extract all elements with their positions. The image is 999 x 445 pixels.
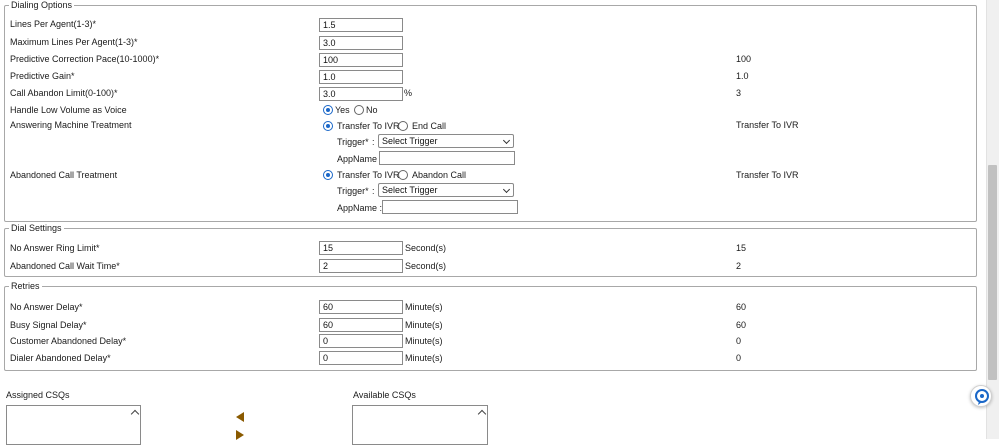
predictive-gain-label: Predictive Gain* bbox=[10, 71, 75, 81]
handle-low-volume-label: Handle Low Volume as Voice bbox=[10, 105, 127, 115]
dialer-abandoned-delay-current: 0 bbox=[736, 353, 742, 363]
answering-machine-current: Transfer To IVR bbox=[736, 120, 799, 130]
answering-machine-transfer-label: Transfer To IVR bbox=[337, 121, 400, 131]
abandoned-call-transfer-radio[interactable] bbox=[323, 170, 333, 180]
assigned-csqs-listbox[interactable] bbox=[6, 405, 141, 445]
answering-machine-endcall-radio[interactable] bbox=[398, 121, 408, 131]
customer-abandoned-delay-label: Customer Abandoned Delay* bbox=[10, 336, 127, 346]
answering-machine-appname-label: AppName bbox=[337, 154, 378, 164]
answering-machine-trigger-select[interactable]: Select Trigger bbox=[378, 134, 514, 148]
no-answer-delay-label: No Answer Delay* bbox=[10, 302, 83, 312]
predictive-correction-pace-current: 100 bbox=[736, 54, 752, 64]
handle-low-volume-no-radio[interactable] bbox=[354, 105, 364, 115]
answering-machine-trigger-label: Trigger* bbox=[337, 137, 369, 147]
max-lines-per-agent-label: Maximum Lines Per Agent(1-3)* bbox=[10, 37, 138, 47]
answering-machine-transfer-radio[interactable] bbox=[323, 121, 333, 131]
available-csqs-listbox[interactable] bbox=[352, 405, 488, 445]
lines-per-agent-label: Lines Per Agent(1-3)* bbox=[10, 19, 97, 29]
arrow-left-icon[interactable] bbox=[236, 412, 244, 422]
no-answer-ring-limit-unit: Second(s) bbox=[405, 243, 447, 253]
no-answer-ring-limit-label: No Answer Ring Limit* bbox=[10, 243, 100, 253]
no-answer-delay-current: 60 bbox=[736, 302, 747, 312]
predictive-gain-current: 1.0 bbox=[736, 71, 749, 81]
assigned-csqs-label: Assigned CSQs bbox=[6, 390, 70, 400]
help-chat-button[interactable] bbox=[970, 385, 992, 407]
vertical-scrollbar-thumb[interactable] bbox=[988, 165, 997, 380]
abandoned-call-label: Abandoned Call Treatment bbox=[10, 170, 118, 180]
answering-machine-label: Answering Machine Treatment bbox=[10, 120, 132, 130]
dial-settings-legend: Dial Settings bbox=[11, 223, 62, 233]
predictive-gain-input[interactable] bbox=[319, 70, 403, 84]
answering-machine-trigger-sep: : bbox=[372, 137, 375, 147]
retries-legend: Retries bbox=[11, 281, 40, 291]
abandoned-call-wait-time-unit: Second(s) bbox=[405, 261, 447, 271]
handle-low-volume-yes-label: Yes bbox=[335, 105, 350, 115]
predictive-correction-pace-label: Predictive Correction Pace(10-1000)* bbox=[10, 54, 160, 64]
busy-signal-delay-label: Busy Signal Delay* bbox=[10, 320, 87, 330]
abandoned-call-current: Transfer To IVR bbox=[736, 170, 799, 180]
predictive-correction-pace-input[interactable] bbox=[319, 53, 403, 67]
abandoned-call-wait-time-label: Abandoned Call Wait Time* bbox=[10, 261, 120, 271]
abandoned-call-transfer-label: Transfer To IVR bbox=[337, 170, 400, 180]
abandoned-call-trigger-value: Select Trigger bbox=[382, 185, 438, 195]
handle-low-volume-yes-radio[interactable] bbox=[323, 105, 333, 115]
call-abandon-limit-current: 3 bbox=[736, 88, 742, 98]
no-answer-ring-limit-current: 15 bbox=[736, 243, 747, 253]
customer-abandoned-delay-unit: Minute(s) bbox=[405, 336, 443, 346]
chevron-down-icon bbox=[502, 136, 511, 145]
handle-low-volume-no-label: No bbox=[366, 105, 378, 115]
dialing-options-legend: Dialing Options bbox=[11, 0, 73, 10]
scroll-up-icon[interactable] bbox=[130, 409, 140, 419]
customer-abandoned-delay-current: 0 bbox=[736, 336, 742, 346]
dialer-abandoned-delay-input[interactable] bbox=[319, 351, 403, 365]
abandoned-call-wait-time-current: 2 bbox=[736, 261, 742, 271]
answering-machine-trigger-value: Select Trigger bbox=[382, 136, 438, 146]
abandoned-call-appname-label: AppName : bbox=[337, 203, 383, 213]
abandoned-call-abandon-radio[interactable] bbox=[398, 170, 408, 180]
no-answer-delay-unit: Minute(s) bbox=[405, 302, 443, 312]
customer-abandoned-delay-input[interactable] bbox=[319, 334, 403, 348]
no-answer-ring-limit-input[interactable] bbox=[319, 241, 403, 255]
busy-signal-delay-unit: Minute(s) bbox=[405, 320, 443, 330]
call-abandon-limit-input[interactable] bbox=[319, 87, 403, 101]
abandoned-call-appname-input[interactable] bbox=[382, 200, 518, 214]
busy-signal-delay-input[interactable] bbox=[319, 318, 403, 332]
retries-group: Retries bbox=[4, 281, 977, 371]
call-abandon-limit-unit: % bbox=[404, 88, 413, 98]
abandoned-call-trigger-label: Trigger* bbox=[337, 186, 369, 196]
max-lines-per-agent-input[interactable] bbox=[319, 36, 403, 50]
busy-signal-delay-current: 60 bbox=[736, 320, 747, 330]
abandoned-call-trigger-sep: : bbox=[372, 186, 375, 196]
help-chat-icon bbox=[975, 389, 989, 405]
lines-per-agent-input[interactable] bbox=[319, 18, 403, 32]
abandoned-call-abandon-label: Abandon Call bbox=[412, 170, 467, 180]
call-abandon-limit-label: Call Abandon Limit(0-100)* bbox=[10, 88, 118, 98]
dialer-abandoned-delay-label: Dialer Abandoned Delay* bbox=[10, 353, 111, 363]
answering-machine-appname-input[interactable] bbox=[379, 151, 515, 165]
no-answer-delay-input[interactable] bbox=[319, 300, 403, 314]
scroll-up-icon[interactable] bbox=[477, 409, 487, 419]
dialer-abandoned-delay-unit: Minute(s) bbox=[405, 353, 443, 363]
dial-settings-group: Dial Settings bbox=[4, 223, 977, 277]
available-csqs-label: Available CSQs bbox=[353, 390, 416, 400]
abandoned-call-trigger-select[interactable]: Select Trigger bbox=[378, 183, 514, 197]
answering-machine-endcall-label: End Call bbox=[412, 121, 447, 131]
chevron-down-icon bbox=[502, 185, 511, 194]
abandoned-call-wait-time-input[interactable] bbox=[319, 259, 403, 273]
